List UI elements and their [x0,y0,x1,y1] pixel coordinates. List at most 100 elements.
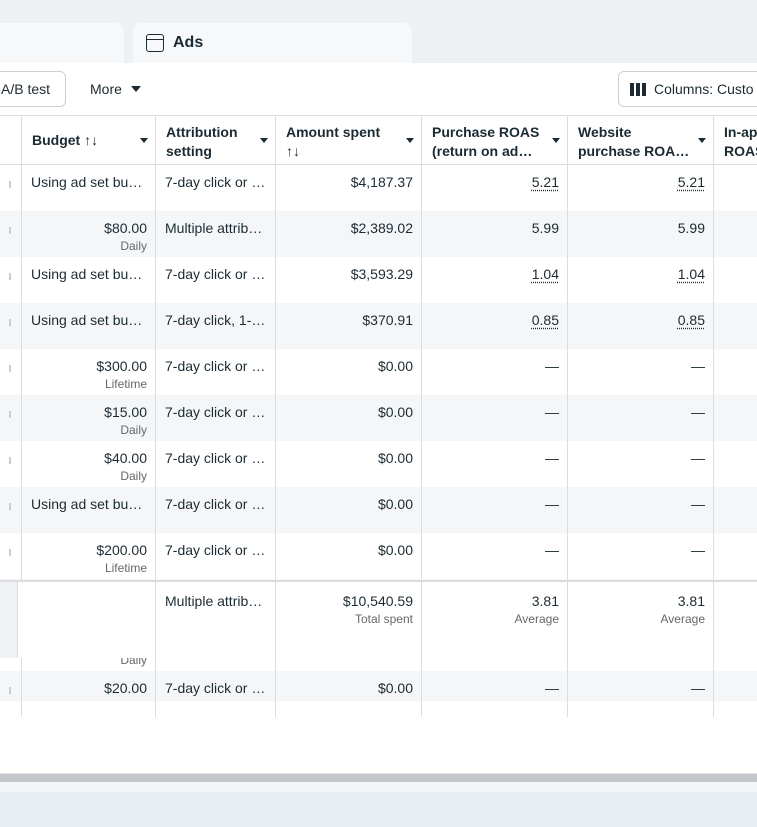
purchase-roas-value: 5.21 [531,174,559,190]
attribution-cell[interactable]: 7-day click or … [156,257,276,303]
budget-cell[interactable]: $15.00 Daily [22,395,156,441]
budget-cell[interactable]: Using ad set bu… [22,165,156,211]
caret-down-icon [130,86,141,92]
purchase-roas-cell[interactable]: 0.85 [422,303,568,349]
bottom-band [0,792,757,827]
header-amount-spent[interactable]: Amount spent ↑↓ [276,116,422,165]
purchase-roas-value: — [545,680,559,696]
budget-type: Lifetime [104,377,147,391]
ads-icon [146,34,164,52]
header-dropdown-icon[interactable] [260,138,268,143]
table-row[interactable]: $300.00 Lifetime 7-day click or … $0.00 — — [0,349,757,395]
attribution-cell[interactable]: 7-day click or … [156,165,276,211]
table-row[interactable]: $80.00 Daily Multiple attrib… $2,389.02 5.99… [0,211,757,257]
attribution-cell[interactable]: Multiple attrib… [156,211,276,257]
budget-value: Using ad set bu… [31,266,143,282]
purchase-roas-value: — [545,358,559,374]
attribution-cell[interactable]: 7-day click or … [156,441,276,487]
header-attribution[interactable]: Attribution setting [156,116,276,165]
more-button[interactable]: More [80,71,151,107]
header-budget-label: Budget [32,132,81,148]
website-roas-cell: — [568,441,714,487]
purchase-roas-cell: — [422,487,568,533]
row-prev-cell [0,395,22,441]
table-row[interactable]: $20.00 7-day click or … $0.00 — — [0,671,757,717]
header-dropdown-icon[interactable] [140,138,148,143]
table-row[interactable]: $40.00 Daily 7-day click or … $0.00 — — [0,441,757,487]
purchase-roas-cell[interactable]: 1.04 [422,257,568,303]
budget-cell[interactable]: $200.00 Lifetime [22,533,156,579]
totals-web-roas: 3.81 Average [568,582,714,658]
website-roas-value: 0.85 [677,312,705,328]
columns-label: Columns: Custo [654,81,754,97]
header-dropdown-icon[interactable] [552,138,560,143]
totals-attribution: Multiple attrib… [156,582,276,658]
budget-cell[interactable]: $20.00 [22,671,156,717]
budget-value: $300.00 [96,358,147,374]
sort-icon[interactable]: ↑↓ [286,142,413,161]
table-row[interactable]: Using ad set bu… 7-day click or … $0.00 — — [0,487,757,533]
website-roas-cell[interactable]: 1.04 [568,257,714,303]
budget-value: $40.00 [104,450,147,466]
row-prev-cell [0,165,22,211]
purchase-roas-cell: 5.99 [422,211,568,257]
attribution-cell[interactable]: 7-day click or … [156,671,276,717]
website-roas-value: — [691,542,705,558]
header-dropdown-icon[interactable] [698,138,706,143]
header-purchase-roas[interactable]: Purchase ROAS (return on ad… [422,116,568,165]
budget-value: Using ad set bu… [31,174,143,190]
totals-inapp [714,582,757,658]
attribution-cell[interactable]: 7-day click or … [156,487,276,533]
attribution-cell[interactable]: 7-day click or … [156,533,276,579]
horizontal-scrollbar[interactable] [0,773,757,782]
budget-cell[interactable]: Using ad set bu… [22,303,156,349]
header-dropdown-icon[interactable] [406,138,414,143]
header-website-roas[interactable]: Website purchase ROA… [568,116,714,165]
budget-type: Daily [120,423,147,437]
header-prev-column[interactable] [0,116,22,165]
bottom-divider [0,782,757,792]
inapp-roas-cell [714,257,757,303]
budget-type: Daily [120,239,147,253]
budget-cell[interactable]: $40.00 Daily [22,441,156,487]
budget-cell[interactable]: Using ad set bu… [22,487,156,533]
budget-cell[interactable]: Using ad set bu… [22,257,156,303]
budget-cell[interactable]: $80.00 Daily [22,211,156,257]
totals-roas-sub: Average [514,612,559,626]
budget-value: $20.00 [104,680,147,696]
purchase-roas-cell: — [422,671,568,717]
tab-ad-sets[interactable] [0,23,124,63]
website-roas-cell[interactable]: 0.85 [568,303,714,349]
row-marker [9,227,11,234]
budget-cell[interactable]: $300.00 Lifetime [22,349,156,395]
tab-ads[interactable]: Ads [133,23,412,63]
totals-row: Multiple attrib… $10,540.59 Total spent … [0,580,757,658]
budget-value: Using ad set bu… [31,496,143,512]
table-row[interactable]: $15.00 Daily 7-day click or … $0.00 — — [0,395,757,441]
attribution-cell[interactable]: 7-day click, 1-… [156,303,276,349]
totals-spent-value: $10,540.59 [342,593,413,609]
purchase-roas-cell[interactable]: 5.21 [422,165,568,211]
row-marker [9,457,11,464]
website-roas-cell[interactable]: 5.21 [568,165,714,211]
row-prev-cell [0,671,22,717]
website-roas-value: — [691,358,705,374]
table-row[interactable]: Using ad set bu… 7-day click or … $4,187.3… [0,165,757,211]
row-prev-cell [0,533,22,579]
header-inapp-roas[interactable]: In-ap ROAS [714,116,757,165]
table-row[interactable]: Using ad set bu… 7-day click, 1-… $370.91 0… [0,303,757,349]
table-row[interactable]: $200.00 Lifetime 7-day click or … $0.00 — — [0,533,757,579]
header-budget[interactable]: Budget ↑↓ [22,116,156,165]
ab-test-button[interactable]: A/B test [0,71,66,107]
table-row[interactable]: Using ad set bu… 7-day click or … $3,593.2… [0,257,757,303]
attribution-cell[interactable]: 7-day click or … [156,349,276,395]
row-marker [9,549,11,556]
columns-button[interactable]: Columns: Custo [618,71,757,107]
inapp-roas-cell [714,395,757,441]
sort-icon[interactable]: ↑↓ [84,132,98,148]
attribution-cell[interactable]: 7-day click or … [156,395,276,441]
header-website-roas-line1: Website [578,124,632,140]
purchase-roas-value: 0.85 [531,312,559,328]
website-roas-cell: — [568,487,714,533]
header-attribution-line1: Attribution [166,124,238,140]
